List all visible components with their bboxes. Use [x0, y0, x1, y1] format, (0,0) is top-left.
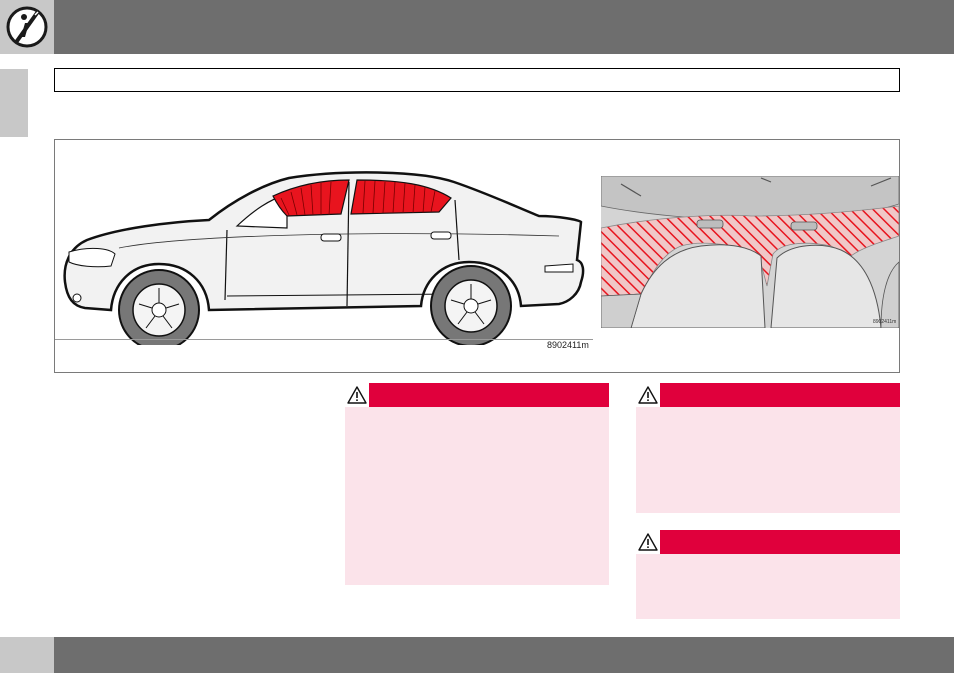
- warning-header: [345, 383, 609, 407]
- page-number-box: [0, 637, 54, 673]
- interior-roof-illustration: 8902411m: [601, 176, 899, 328]
- chapter-tab: [0, 69, 28, 137]
- warning-box-2: [636, 383, 900, 513]
- warning-header: [636, 530, 900, 554]
- airbag-figure: 8902411m 8902411m: [54, 139, 900, 373]
- inset-code: 8902411m: [873, 319, 896, 325]
- rear-wheel: [430, 265, 512, 345]
- warning-box-1: [345, 383, 609, 585]
- warning-header: [636, 383, 900, 407]
- bottom-footer-bar: [54, 637, 954, 673]
- warning-box-3: [636, 530, 900, 619]
- top-header-bar: [54, 0, 954, 54]
- car-side-illustration: [63, 171, 585, 345]
- figure-caption-line: [55, 339, 593, 340]
- front-wheel: [118, 269, 200, 345]
- figure-code: 8902411m: [547, 340, 589, 350]
- section-heading-box: [54, 68, 900, 92]
- info-pen-icon: [6, 6, 48, 48]
- info-icon-box: [0, 0, 54, 54]
- warning-triangle-icon: [345, 383, 369, 407]
- warning-triangle-icon: [636, 383, 660, 407]
- warning-triangle-icon: [636, 530, 660, 554]
